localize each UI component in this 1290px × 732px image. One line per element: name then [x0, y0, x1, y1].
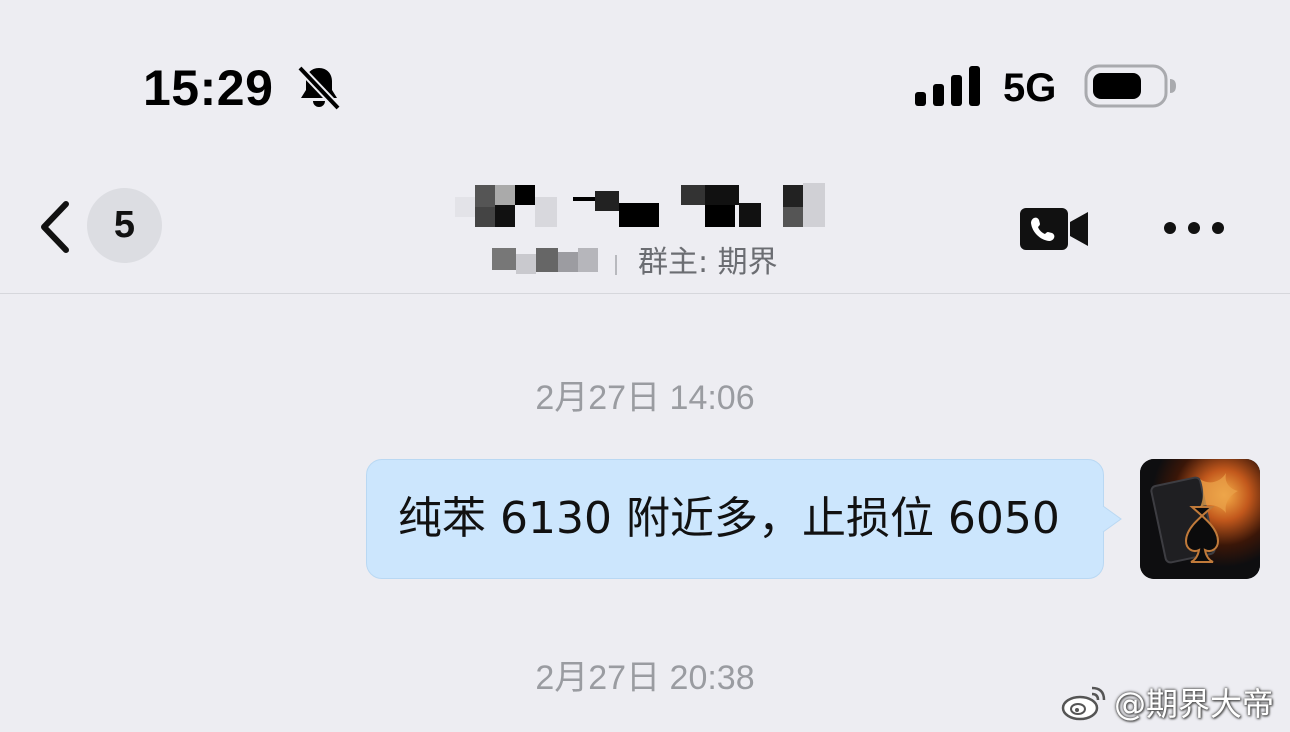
status-time: 15:29 — [143, 60, 274, 116]
subtitle-redacted — [492, 244, 602, 278]
bell-slash-icon — [297, 65, 341, 111]
nav-divider — [0, 293, 1290, 294]
watermark: @期界大帝 — [1060, 680, 1274, 724]
chevron-left-icon[interactable] — [36, 200, 72, 254]
sender-avatar[interactable] — [1140, 459, 1260, 579]
avatar-image — [1140, 459, 1260, 579]
group-owner-label: 群主: 期界 — [638, 245, 778, 280]
video-camera-icon[interactable] — [1019, 206, 1091, 252]
weibo-icon — [1061, 686, 1106, 721]
subtitle-separator — [615, 255, 617, 275]
message-text: 纯苯 6130 附近多，止损位 6050 — [398, 493, 1060, 544]
outgoing-message-bubble[interactable]: 纯苯 6130 附近多，止损位 6050 — [366, 459, 1104, 579]
unread-count-badge[interactable]: 5 — [87, 188, 162, 263]
battery-icon — [1084, 64, 1176, 108]
watermark-text: @期界大帝 — [1114, 685, 1275, 723]
ellipsis-icon[interactable] — [1162, 220, 1226, 236]
network-type: 5G — [1003, 66, 1057, 110]
chat-title-redacted — [455, 183, 835, 229]
bubble-tail — [1101, 505, 1122, 533]
cellular-signal-icon — [915, 66, 980, 106]
message-timestamp: 2月27日 14:06 — [535, 379, 755, 417]
